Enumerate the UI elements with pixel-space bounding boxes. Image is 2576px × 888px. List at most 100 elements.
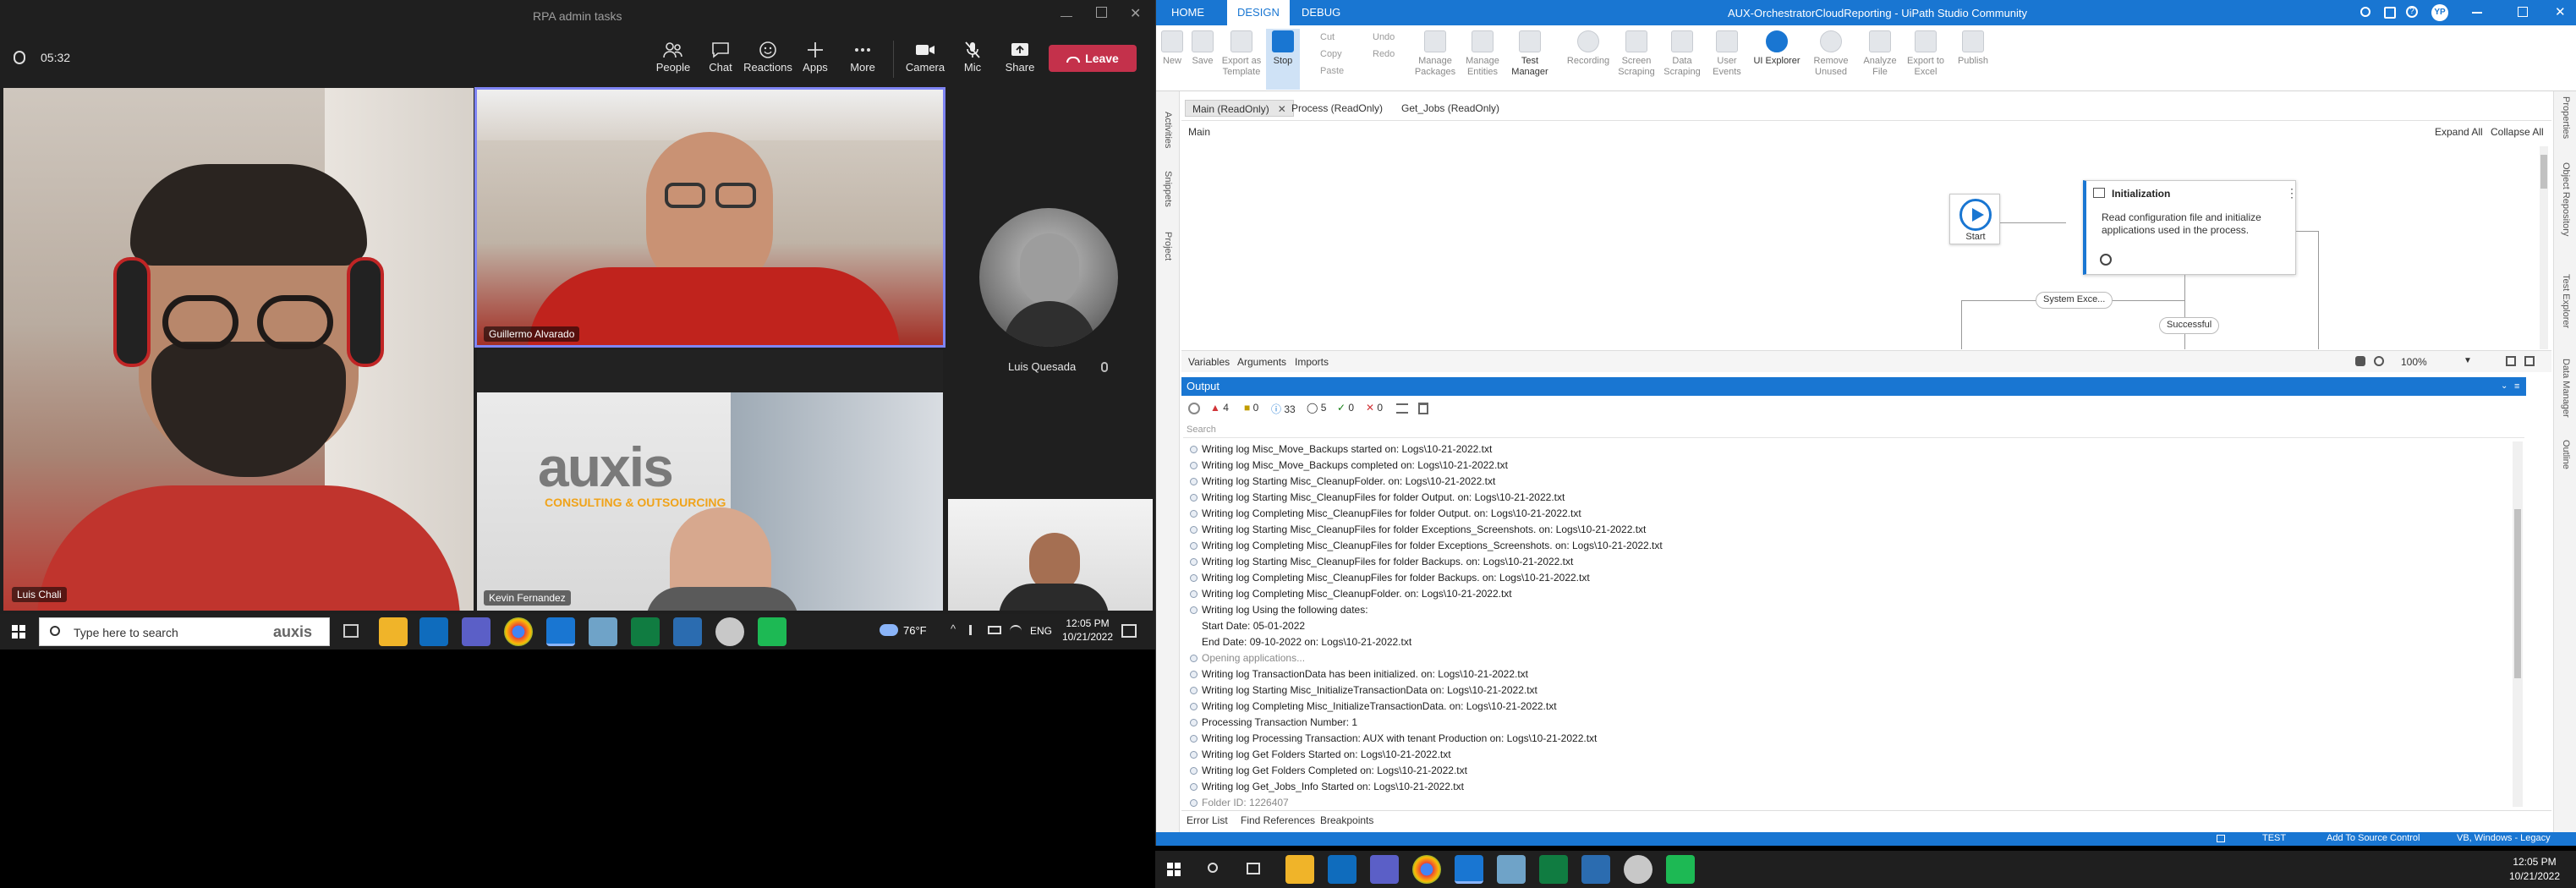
side-tab-data-manager[interactable]: Data Manager (2561, 359, 2571, 418)
recording-button[interactable]: Recording (1564, 29, 1613, 90)
leave-button[interactable]: Leave (1049, 45, 1137, 72)
maximize-icon[interactable] (2518, 7, 2528, 17)
tray-chevron-icon[interactable]: ^ (951, 622, 956, 635)
expand-all-link[interactable]: Expand All (2435, 126, 2483, 138)
error-list-tab[interactable]: Error List (1187, 814, 1228, 826)
zoom-icon[interactable] (2374, 356, 2384, 366)
settings-icon[interactable] (2384, 7, 2396, 19)
tab-design[interactable]: DESIGN (1227, 0, 1290, 25)
test-environment[interactable]: TEST (2262, 833, 2286, 843)
new-button[interactable]: New (1158, 29, 1187, 90)
uipath-studio-icon[interactable] (1455, 855, 1483, 884)
task-view-icon[interactable] (343, 624, 359, 638)
pin-panel-icon[interactable]: ≡ (2514, 377, 2519, 396)
close-icon[interactable]: ✕ (1130, 5, 1141, 22)
people-button[interactable]: People (648, 37, 699, 83)
transition-system-exception[interactable]: System Exce... (2036, 292, 2113, 309)
fit-screen-icon[interactable] (2506, 356, 2516, 366)
log-line[interactable]: Writing log Starting Misc_CleanupFiles f… (1181, 490, 2511, 506)
avatar-luis-quesada[interactable] (979, 208, 1118, 347)
clock-time[interactable]: 12:05 PM (2505, 856, 2564, 868)
manage-entities-button[interactable]: Manage Entities (1461, 29, 1504, 90)
file-explorer-icon[interactable] (379, 617, 408, 646)
zoom-dropdown-icon[interactable]: ▼ (2464, 356, 2472, 365)
trace-filter[interactable]: ◯ 5 (1307, 402, 1326, 414)
taskbar-search-box[interactable]: Type here to search auxis (39, 617, 330, 646)
output-scrollbar[interactable] (2513, 441, 2523, 807)
share-button[interactable]: Share (995, 37, 1045, 83)
side-tab-properties[interactable]: Properties (2561, 96, 2571, 139)
side-tab-activities[interactable]: Activities (1163, 112, 1173, 148)
ui-explorer-button[interactable]: UI Explorer (1753, 29, 1800, 90)
log-line[interactable]: Writing log Completing Misc_InitializeTr… (1181, 699, 2511, 715)
trash-icon[interactable] (1418, 403, 1428, 414)
log-line[interactable]: Start Date: 05-01-2022 (1181, 618, 2511, 634)
media-player-icon[interactable] (758, 617, 787, 646)
clock-time[interactable]: 12:05 PM (1062, 617, 1113, 629)
remove-unused-button[interactable]: Remove Unused (1807, 29, 1855, 90)
publish-button[interactable]: Publish (1951, 29, 1995, 90)
chrome-icon[interactable] (504, 617, 533, 646)
speaker-icon[interactable] (969, 625, 979, 635)
log-line[interactable]: Writing log Processing Transaction: AUX … (1181, 731, 2511, 747)
close-icon[interactable]: ✕ (2555, 4, 2566, 19)
uipath-studio-icon[interactable] (546, 617, 575, 646)
save-button[interactable]: Save (1188, 29, 1217, 90)
log-line[interactable]: Writing log Misc_Move_Backups started on… (1181, 441, 2511, 458)
errors-filter[interactable]: ▲ 4 (1210, 402, 1229, 414)
minimize-icon[interactable]: — (1061, 8, 1072, 22)
help-icon[interactable]: ? (2406, 6, 2418, 18)
cut-button[interactable]: Cut (1320, 32, 1335, 42)
clock-date[interactable]: 10/21/2022 (2505, 870, 2564, 882)
export-excel-button[interactable]: Export to Excel (1904, 29, 1948, 90)
redo-button[interactable]: Redo (1373, 49, 1395, 59)
log-line[interactable]: Writing log TransactionData has been ini… (1181, 666, 2511, 682)
media-player-icon[interactable] (1666, 855, 1695, 884)
snipping-tool-icon[interactable] (1624, 855, 1652, 884)
doc-tab-process[interactable]: Process (ReadOnly) (1285, 100, 1389, 117)
canvas-scrollbar[interactable] (2540, 146, 2548, 349)
battery-icon[interactable] (988, 626, 1001, 634)
tab-debug[interactable]: DEBUG (1291, 0, 1351, 25)
video-tile-guest[interactable] (948, 499, 1153, 611)
file-explorer-icon[interactable] (1285, 855, 1314, 884)
snipping-tool-icon[interactable] (715, 617, 744, 646)
side-tab-snippets[interactable]: Snippets (1163, 171, 1173, 207)
arguments-tab[interactable]: Arguments (1237, 356, 1286, 368)
camera-button[interactable]: Camera (900, 37, 951, 83)
remote-desktop-icon[interactable] (673, 617, 702, 646)
log-line[interactable]: Writing log Misc_Move_Backups completed … (1181, 458, 2511, 474)
teams-icon[interactable] (1370, 855, 1399, 884)
chrome-icon[interactable] (1412, 855, 1441, 884)
doc-tab-get-jobs[interactable]: Get_Jobs (ReadOnly) (1395, 100, 1506, 117)
variables-tab[interactable]: Variables (1188, 356, 1230, 368)
zoom-level[interactable]: 100% (2401, 356, 2427, 368)
hand-pan-icon[interactable] (2355, 356, 2365, 366)
log-line[interactable]: Writing log Get Folders Started on: Logs… (1181, 747, 2511, 763)
breadcrumb[interactable]: Main (1188, 126, 1210, 138)
notepad-icon[interactable] (1497, 855, 1526, 884)
add-to-source-control[interactable]: Add To Source Control (2327, 833, 2420, 843)
log-line[interactable]: Writing log Starting Misc_InitializeTran… (1181, 682, 2511, 699)
designer-canvas[interactable]: Main Expand All Collapse All Start Initi… (1181, 120, 2551, 350)
timestamp-toggle-icon[interactable] (1188, 403, 1200, 414)
log-line[interactable]: Writing log Completing Misc_CleanupFolde… (1181, 586, 2511, 602)
task-view-icon[interactable] (1247, 863, 1260, 874)
maximize-icon[interactable] (1096, 7, 1107, 18)
copy-button[interactable]: Copy (1320, 49, 1342, 59)
notepad-icon[interactable] (589, 617, 617, 646)
stop-button[interactable]: Stop (1266, 29, 1300, 90)
doc-tab-main[interactable]: Main (ReadOnly) ✕ (1185, 100, 1294, 117)
undo-button[interactable]: Undo (1373, 32, 1395, 42)
transition-successful[interactable]: Successful (2159, 317, 2220, 334)
collapse-all-link[interactable]: Collapse All (2491, 126, 2544, 138)
excel-icon[interactable] (631, 617, 660, 646)
export-template-button[interactable]: Export as Template (1219, 29, 1264, 90)
log-line[interactable]: Folder ID: 1226407 (1181, 795, 2511, 807)
search-icon[interactable] (2360, 7, 2370, 17)
outlook-icon[interactable] (1328, 855, 1357, 884)
windows-start-icon[interactable] (12, 625, 25, 639)
log-line[interactable]: Writing log Get Folders Completed on: Lo… (1181, 763, 2511, 779)
warnings-filter[interactable]: ■ 0 (1244, 402, 1258, 414)
user-avatar[interactable]: YP (2431, 4, 2448, 21)
